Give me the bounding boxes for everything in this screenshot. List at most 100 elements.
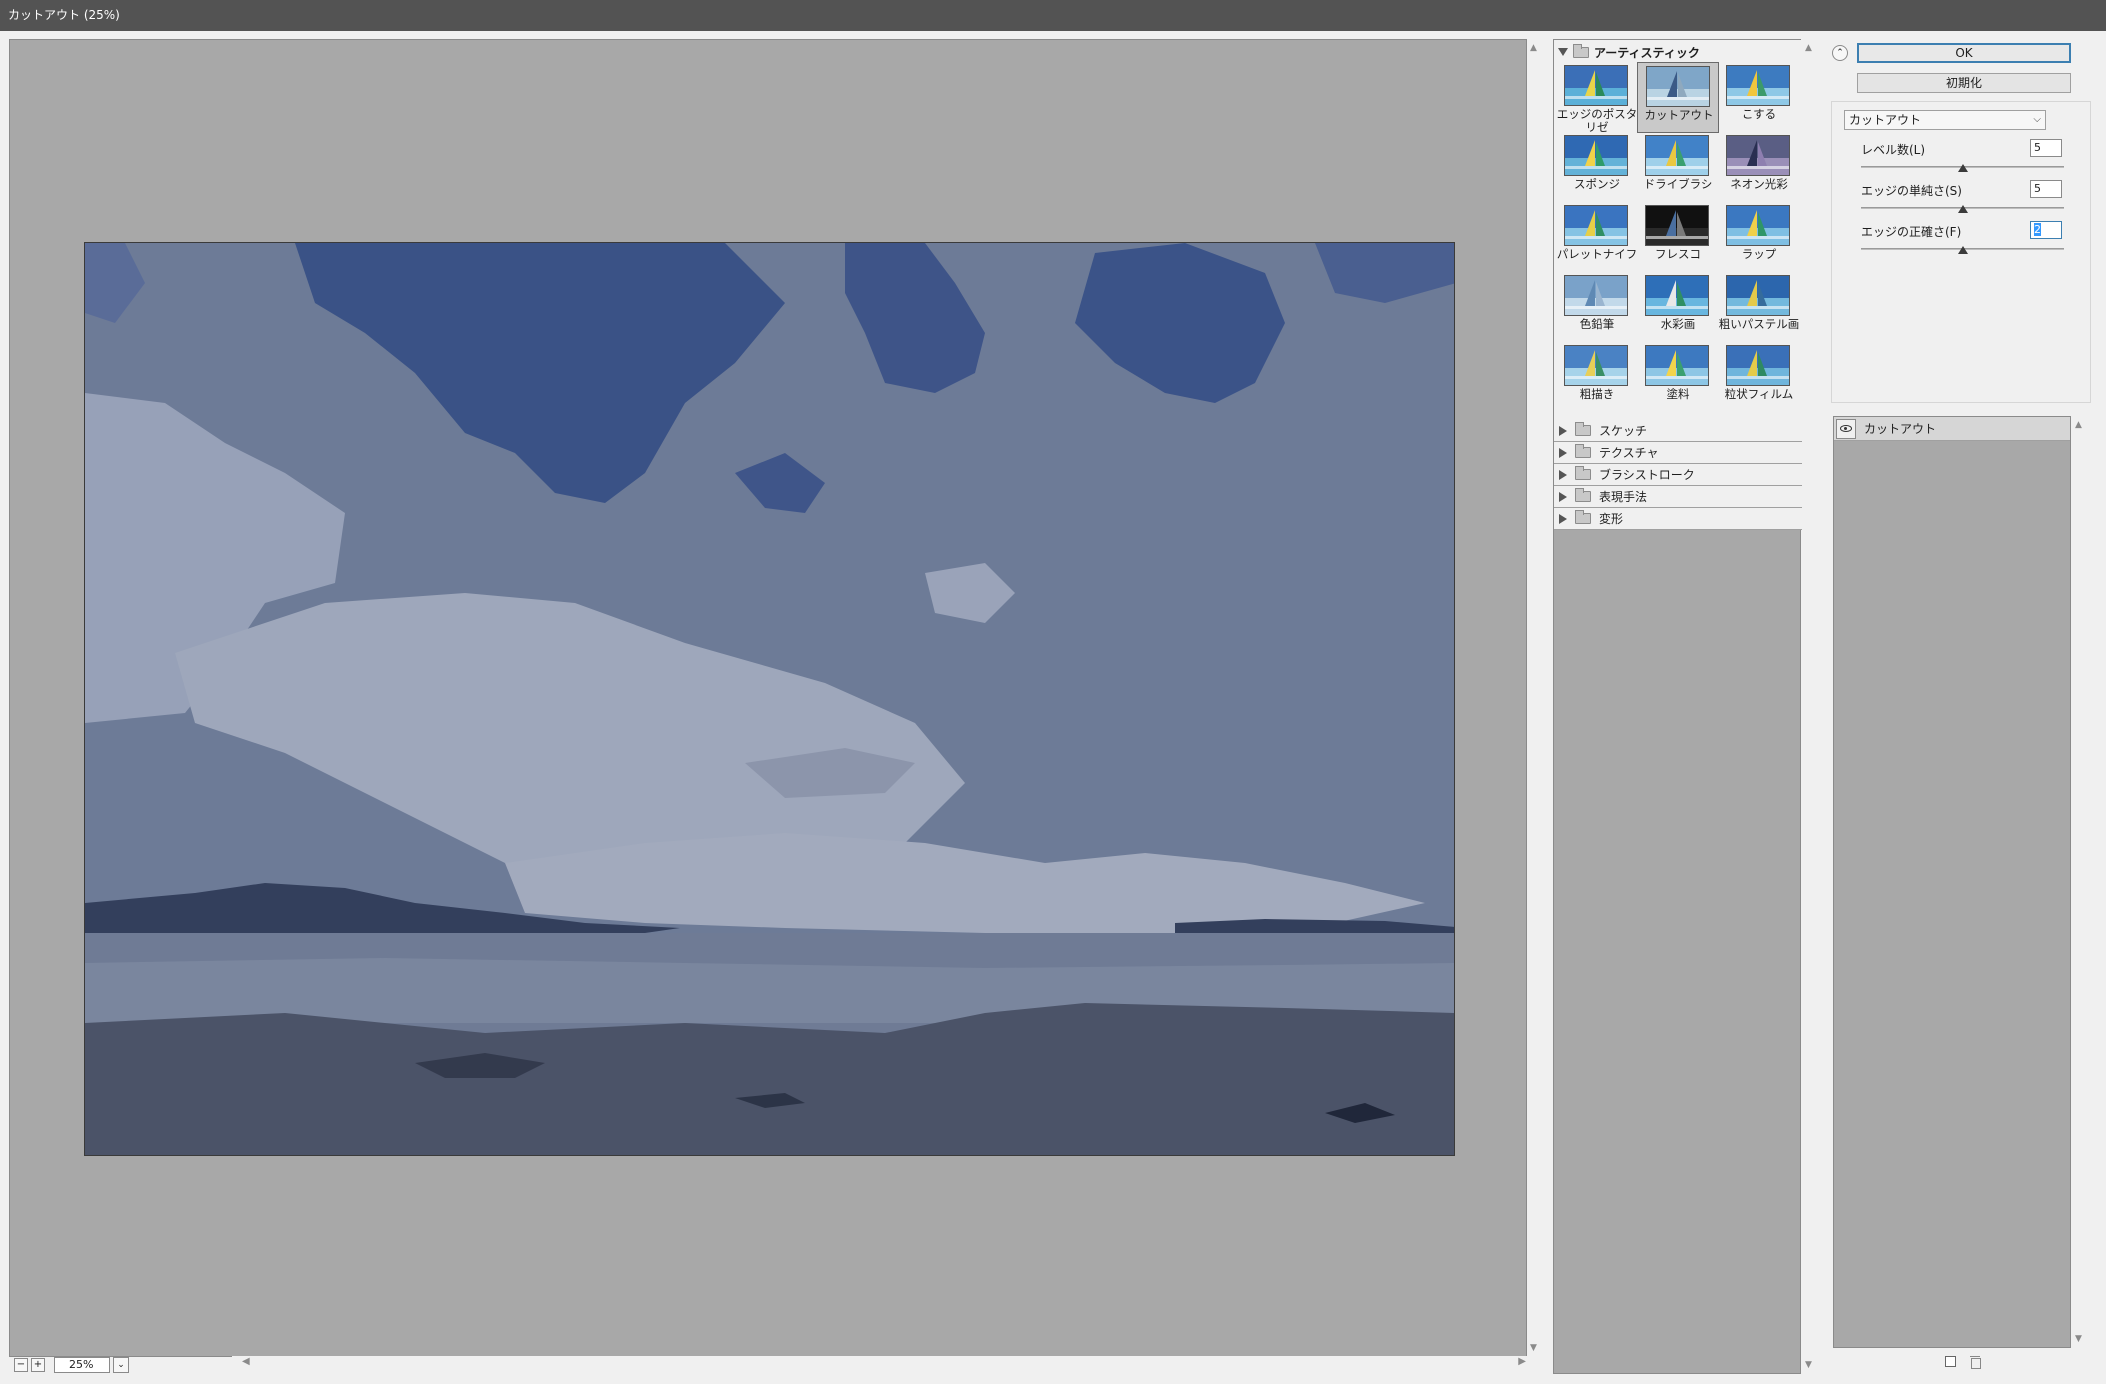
collapsed-triangle-icon[interactable] bbox=[1559, 513, 1567, 524]
zoom-controls: − + 25% ⌄ bbox=[14, 1357, 129, 1373]
layer-actions bbox=[1945, 1356, 1981, 1369]
filter-thumbnail[interactable]: 粒状フィルム bbox=[1718, 342, 1800, 413]
category-artistic[interactable]: アーティスティック bbox=[1558, 43, 1700, 60]
filter-thumbnail-label: ドライブラシ bbox=[1643, 177, 1713, 191]
layers-scrollbar[interactable]: ▲ ▼ bbox=[2073, 416, 2087, 1348]
filter-thumbnail[interactable]: スポンジ bbox=[1556, 132, 1638, 203]
scroll-down-icon[interactable]: ▼ bbox=[1805, 1360, 1812, 1370]
folder-icon bbox=[1575, 510, 1591, 524]
param-value-field[interactable]: 2 bbox=[2030, 221, 2062, 239]
delete-effect-layer-icon[interactable] bbox=[1970, 1356, 1981, 1369]
filter-preview-image bbox=[1645, 345, 1709, 386]
eye-icon bbox=[1840, 425, 1852, 432]
filter-thumbnail-label: 粗描き bbox=[1579, 387, 1615, 401]
filter-label-line: エッジのポスタリゼ bbox=[1556, 107, 1638, 134]
scroll-left-icon[interactable]: ◀ bbox=[242, 1356, 250, 1367]
filter-preview-image bbox=[1645, 275, 1709, 316]
filter-preview-image bbox=[1564, 135, 1628, 176]
filter-thumbnail[interactable]: ネオン光彩 bbox=[1718, 132, 1800, 203]
scroll-down-icon[interactable]: ▼ bbox=[1530, 1343, 1537, 1353]
filter-preview-image bbox=[1564, 65, 1628, 106]
filter-thumbnail[interactable]: 水彩画 bbox=[1637, 272, 1719, 343]
scroll-up-icon[interactable]: ▲ bbox=[1805, 43, 1812, 53]
zoom-in-button[interactable]: + bbox=[31, 1358, 45, 1372]
filter-thumbnail[interactable]: こする bbox=[1718, 62, 1800, 133]
filter-thumbnail-label: ラップ bbox=[1741, 247, 1777, 261]
filter-preview-image bbox=[1726, 205, 1790, 246]
param-value: 5 bbox=[2034, 182, 2041, 195]
filter-thumbnail[interactable]: カットアウト bbox=[1637, 62, 1719, 133]
filter-thumbnail[interactable]: 粗いパステル画 bbox=[1718, 272, 1800, 343]
collapse-gallery-button[interactable]: ⌃ bbox=[1832, 45, 1848, 61]
preview-vertical-scrollbar[interactable]: ▲ ▼ bbox=[1528, 39, 1542, 1357]
filter-thumbnail[interactable]: ドライブラシ bbox=[1637, 132, 1719, 203]
filter-thumbnail-label: フレスコ bbox=[1655, 247, 1701, 261]
preview-image[interactable] bbox=[84, 242, 1455, 1156]
filter-thumbnail[interactable]: フレスコ bbox=[1637, 202, 1719, 273]
filter-thumbnail[interactable]: 粗描き bbox=[1556, 342, 1638, 413]
filter-thumbnail[interactable]: 色鉛筆 bbox=[1556, 272, 1638, 343]
reset-button[interactable]: 初期化 bbox=[1857, 73, 2071, 93]
category-row[interactable]: 変形 bbox=[1554, 508, 1802, 530]
filter-thumbnail-label: 粗いパステル画 bbox=[1718, 317, 1800, 331]
effect-layer-name: カットアウト bbox=[1864, 422, 1937, 436]
collapsed-triangle-icon[interactable] bbox=[1559, 491, 1567, 502]
zoom-out-button[interactable]: − bbox=[14, 1358, 28, 1372]
collapsed-triangle-icon[interactable] bbox=[1559, 425, 1567, 436]
filter-thumbnail[interactable]: エッジのポスタリゼーション bbox=[1556, 62, 1638, 147]
zoom-level-field[interactable]: 25% bbox=[54, 1357, 110, 1373]
expand-triangle-icon[interactable] bbox=[1558, 48, 1568, 56]
folder-icon bbox=[1575, 488, 1591, 502]
scroll-right-icon[interactable]: ▶ bbox=[1518, 1356, 1526, 1367]
filter-preview-image bbox=[1564, 345, 1628, 386]
new-effect-layer-icon[interactable] bbox=[1945, 1356, 1956, 1367]
chevron-down-icon: ⌵ bbox=[2033, 114, 2041, 125]
scroll-down-icon[interactable]: ▼ bbox=[2075, 1334, 2082, 1344]
folder-icon bbox=[1573, 43, 1589, 58]
category-label: 表現手法 bbox=[1599, 490, 1648, 504]
visibility-toggle[interactable] bbox=[1836, 418, 1856, 439]
collapsed-triangle-icon[interactable] bbox=[1559, 447, 1567, 458]
filter-gallery-list: アーティスティック エッジのポスタリゼーションカットアウト こするスポンジ ドライブ… bbox=[1554, 40, 1802, 530]
slider-thumb[interactable] bbox=[1958, 164, 1968, 172]
zoom-dropdown-button[interactable]: ⌄ bbox=[113, 1357, 129, 1373]
category-row[interactable]: テクスチャ bbox=[1554, 442, 1802, 464]
filter-preview-image bbox=[1726, 65, 1790, 106]
param-value-field[interactable]: 5 bbox=[2030, 180, 2062, 198]
param-value: 5 bbox=[2034, 141, 2041, 154]
category-label: ブラシストローク bbox=[1599, 468, 1695, 482]
collapsed-triangle-icon[interactable] bbox=[1559, 469, 1567, 480]
category-row[interactable]: スケッチ bbox=[1554, 420, 1802, 442]
filter-preview-image bbox=[1726, 345, 1790, 386]
slider-thumb[interactable] bbox=[1958, 205, 1968, 213]
category-row[interactable]: 表現手法 bbox=[1554, 486, 1802, 508]
folder-icon bbox=[1575, 466, 1591, 480]
filter-thumbnail[interactable]: パレットナイフ bbox=[1556, 202, 1638, 273]
effect-layers-panel: カットアウト bbox=[1833, 416, 2071, 1348]
chevron-down-icon: ⌄ bbox=[117, 1360, 125, 1370]
param-label: エッジの単純さ(S) bbox=[1861, 184, 1962, 198]
effect-layer-row[interactable]: カットアウト bbox=[1834, 417, 2070, 441]
filter-select[interactable]: カットアウト ⌵ bbox=[1844, 110, 2046, 130]
filter-select-value: カットアウト bbox=[1849, 113, 1922, 127]
filter-preview-image bbox=[1726, 135, 1790, 176]
cutout-landscape-image bbox=[85, 243, 1454, 1155]
category-label: スケッチ bbox=[1599, 424, 1648, 438]
filter-thumbnail[interactable]: 塗料 bbox=[1637, 342, 1719, 413]
filter-thumbnail-label: 塗料 bbox=[1666, 387, 1690, 401]
category-label: 変形 bbox=[1599, 512, 1624, 526]
param-value-field[interactable]: 5 bbox=[2030, 139, 2062, 157]
scroll-up-icon[interactable]: ▲ bbox=[2075, 420, 2082, 430]
preview-horizontal-scrollbar[interactable]: ◀ ▶ bbox=[232, 1356, 1528, 1370]
ok-button[interactable]: OK bbox=[1857, 43, 2071, 63]
scroll-up-icon[interactable]: ▲ bbox=[1530, 43, 1537, 53]
gallery-scrollbar[interactable]: ▲ ▼ bbox=[1803, 39, 1817, 1374]
filter-thumbnail-label: パレットナイフ bbox=[1556, 247, 1638, 261]
filter-thumbnail-label: 粒状フィルム bbox=[1724, 387, 1794, 401]
slider-thumb[interactable] bbox=[1958, 246, 1968, 254]
filter-thumbnail-label: ネオン光彩 bbox=[1730, 177, 1788, 191]
category-row[interactable]: ブラシストローク bbox=[1554, 464, 1802, 486]
filter-thumbnail[interactable]: ラップ bbox=[1718, 202, 1800, 273]
plus-icon: + bbox=[33, 1359, 43, 1370]
filter-preview-image bbox=[1645, 205, 1709, 246]
